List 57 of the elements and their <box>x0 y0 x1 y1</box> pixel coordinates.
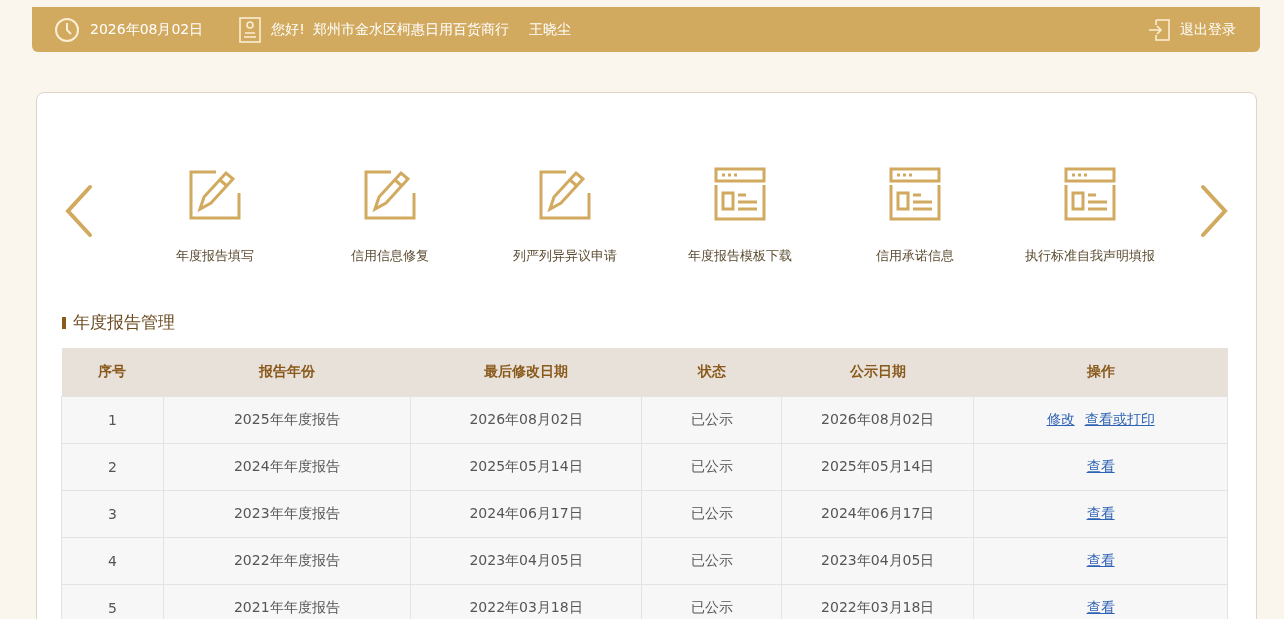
table-cell: 2024年06月17日 <box>781 490 974 538</box>
shortcut-item[interactable]: 年度报告模板下载 <box>652 167 828 265</box>
table-cell: 2022年年度报告 <box>163 537 411 585</box>
company-name: 郑州市金水区柯惠日用百货商行 <box>312 20 509 39</box>
table-cell: 2 <box>61 443 164 491</box>
table-cell: 已公示 <box>641 443 782 491</box>
user-name: 王晓尘 <box>528 20 571 39</box>
current-date: 2026年08月02日 <box>90 20 204 39</box>
table-cell: 4 <box>61 537 164 585</box>
chevron-right-icon <box>1199 184 1229 238</box>
action-link[interactable]: 查看 <box>1086 599 1115 615</box>
table-cell: 已公示 <box>641 584 782 619</box>
column-header: 操作 <box>973 348 1228 397</box>
action-link[interactable]: 查看 <box>1086 552 1115 568</box>
chevron-left-icon <box>64 184 94 238</box>
clock-icon <box>54 16 80 43</box>
table-cell: 2024年06月17日 <box>410 490 642 538</box>
column-header: 报告年份 <box>163 348 411 397</box>
column-header: 状态 <box>641 348 782 397</box>
table-cell: 2022年03月18日 <box>410 584 642 619</box>
column-header: 最后修改日期 <box>410 348 642 397</box>
table-cell: 2025年年度报告 <box>163 396 411 444</box>
greeting: 您好! <box>271 20 305 39</box>
action-link[interactable]: 查看 <box>1086 505 1115 521</box>
table-cell: 2023年04月05日 <box>410 537 642 585</box>
table-cell: 2024年年度报告 <box>163 443 411 491</box>
table-cell: 2025年05月14日 <box>781 443 974 491</box>
table-cell: 已公示 <box>641 537 782 585</box>
table-cell: 2026年08月02日 <box>781 396 974 444</box>
web-page-icon <box>1064 167 1117 221</box>
id-card-icon <box>239 16 262 43</box>
web-page-icon <box>889 167 942 221</box>
column-header: 公示日期 <box>781 348 974 397</box>
table-cell: 2025年05月14日 <box>410 443 642 491</box>
action-link[interactable]: 修改 <box>1046 411 1075 427</box>
table-cell: 1 <box>61 396 164 444</box>
section-marker <box>62 316 66 329</box>
table-cell: 5 <box>61 584 164 619</box>
table-cell: 2023年04月05日 <box>781 537 974 585</box>
web-page-icon <box>714 167 767 221</box>
table-cell: 已公示 <box>641 490 782 538</box>
section-title: 年度报告管理 <box>73 311 175 334</box>
table-cell: 2021年年度报告 <box>163 584 411 619</box>
column-header: 序号 <box>61 348 164 397</box>
shortcut-item[interactable]: 信用承诺信息 <box>827 167 1003 265</box>
table-cell: 2026年08月02日 <box>410 396 642 444</box>
shortcut-item[interactable]: 信用信息修复 <box>302 167 478 265</box>
logout-icon[interactable] <box>1148 18 1170 41</box>
table-cell: 3 <box>61 490 164 538</box>
action-link[interactable]: 查看 <box>1086 458 1115 474</box>
table-cell: 2023年年度报告 <box>163 490 411 538</box>
action-link[interactable]: 查看或打印 <box>1084 411 1155 427</box>
table-cell: 2022年03月18日 <box>781 584 974 619</box>
shortcut-item[interactable]: 列严列异异议申请 <box>477 167 653 265</box>
shortcut-item[interactable]: 执行标准自我声明填报 <box>1002 167 1178 265</box>
shortcut-item[interactable]: 年度报告填写 <box>127 167 303 265</box>
table-cell: 已公示 <box>641 396 782 444</box>
